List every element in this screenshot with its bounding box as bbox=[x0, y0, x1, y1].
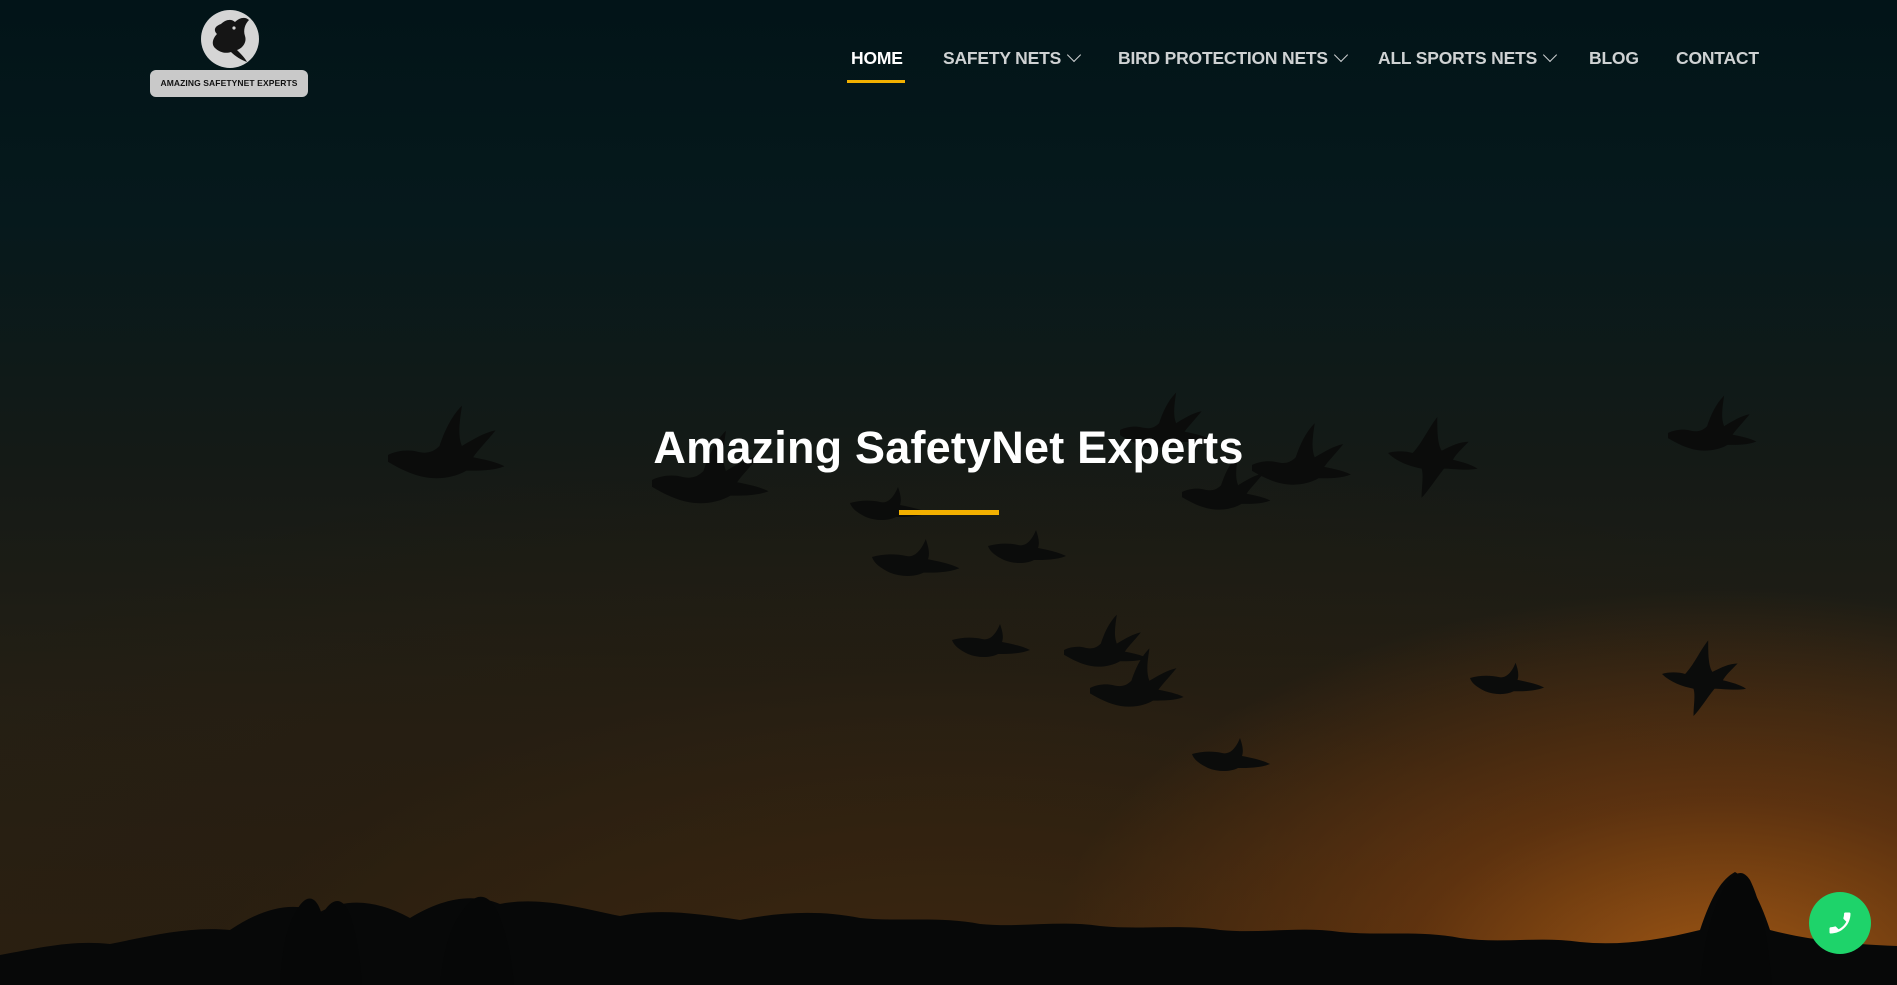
nav-item-contact[interactable]: CONTACT bbox=[1676, 48, 1759, 84]
logo-text: AMAZING SAFETYNET EXPERTS bbox=[150, 70, 308, 97]
site-logo[interactable]: AMAZING SAFETYNET EXPERTS bbox=[150, 10, 308, 98]
eagle-icon bbox=[201, 10, 259, 68]
bird-silhouette bbox=[952, 624, 1030, 657]
bird-silhouette bbox=[872, 539, 960, 577]
site-header: AMAZING SAFETYNET EXPERTS HOME SAFETY NE… bbox=[0, 0, 1897, 120]
chevron-down-icon bbox=[1542, 47, 1558, 63]
chevron-down-icon bbox=[1066, 47, 1082, 63]
bird-silhouette bbox=[1662, 640, 1746, 716]
nav-item-label: ALL SPORTS NETS bbox=[1378, 48, 1538, 68]
bird-silhouette bbox=[988, 530, 1066, 563]
bird-silhouette bbox=[1064, 614, 1148, 667]
bird-silhouette bbox=[850, 487, 928, 520]
hero-background-image bbox=[0, 392, 1897, 985]
active-nav-indicator bbox=[847, 80, 905, 83]
nav-item-all-sports-nets[interactable]: ALL SPORTS NETS bbox=[1378, 47, 1558, 84]
nav-item-home[interactable]: HOME bbox=[851, 48, 903, 84]
chevron-down-icon bbox=[1333, 47, 1348, 63]
phone-icon bbox=[1829, 912, 1851, 934]
bird-silhouette bbox=[1192, 738, 1270, 771]
nav-item-label: BIRD PROTECTION NETS bbox=[1118, 48, 1328, 68]
nav-item-safety-nets[interactable]: SAFETY NETS bbox=[943, 47, 1082, 84]
nav-item-bird-protection-nets[interactable]: BIRD PROTECTION NETS bbox=[1118, 47, 1348, 84]
bird-silhouette bbox=[1470, 662, 1545, 695]
hero-title-divider bbox=[899, 510, 999, 515]
nav-item-label: BLOG bbox=[1589, 48, 1639, 68]
hero-section: AMAZING SAFETYNET EXPERTS HOME SAFETY NE… bbox=[0, 0, 1897, 985]
nav-item-blog[interactable]: BLOG bbox=[1589, 48, 1639, 84]
hero-title: Amazing SafetyNet Experts bbox=[653, 422, 1244, 473]
call-button[interactable] bbox=[1809, 892, 1871, 954]
nav-item-label: SAFETY NETS bbox=[943, 48, 1062, 68]
nav-item-label: CONTACT bbox=[1676, 48, 1759, 68]
nav-item-label: HOME bbox=[851, 48, 903, 68]
